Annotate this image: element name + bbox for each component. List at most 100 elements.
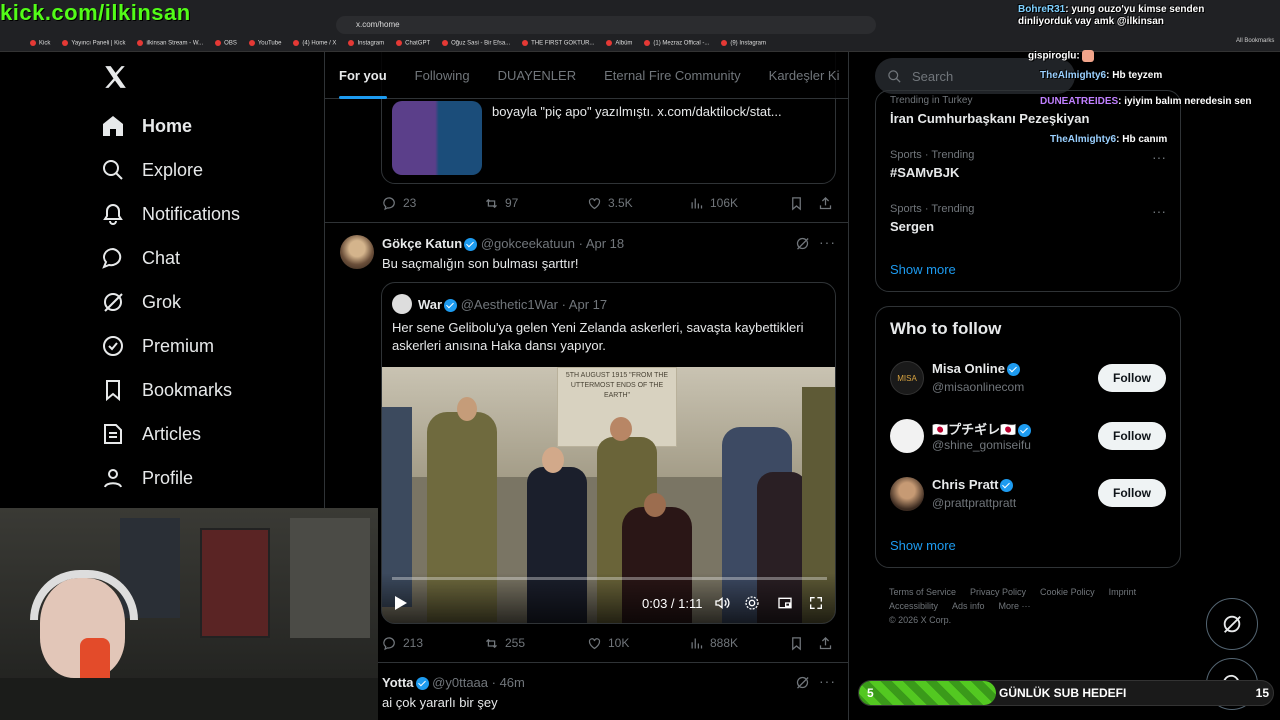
tab-for-you[interactable]: For you [325,52,401,99]
footer-link[interactable]: More ··· [999,601,1031,611]
volume-icon[interactable] [713,595,731,611]
bookmark-item[interactable]: (4) Home / X [293,40,336,46]
follow-suggestion-handle: @shine_gomiseifu [932,438,1031,452]
tab-eternal-fire-community[interactable]: Eternal Fire Community [590,52,755,98]
quoted-author-handle: @Aesthetic1War [460,297,558,312]
follow-button[interactable]: Follow [1098,479,1166,507]
sub-goal-target: 15 [1255,686,1269,700]
address-bar[interactable]: x.com/home [336,16,876,34]
settings-gear-icon[interactable] [744,595,760,611]
bookmark-icon[interactable] [789,636,804,651]
footer-link[interactable]: Cookie Policy [1040,587,1095,597]
tab-following[interactable]: Following [401,52,484,98]
quoted-tweet-text: boyayla "piç apo" yazılmıştı. x.com/dakt… [492,104,782,119]
footer-link[interactable]: Imprint [1109,587,1137,597]
follow-suggestion-name[interactable]: 🇯🇵プチギレ🇯🇵 [932,419,1032,438]
share-icon[interactable] [818,636,833,651]
copyright: © 2026 X Corp. [889,615,952,625]
bookmark-item[interactable]: ilkinsan Stream - W... [137,40,203,46]
follow-suggestion-name[interactable]: Misa Online [932,361,1020,377]
chat-username: TheAlmighty6 [1040,70,1107,81]
nav-chat[interactable]: Chat [100,238,180,278]
trend-meta: Trending in Turkey [890,95,973,106]
share-icon[interactable] [818,196,833,211]
video-time: 0:03 / 1:11 [642,596,703,611]
tweet-date[interactable]: · 46m [492,675,525,690]
reply-button[interactable]: 23 [382,196,484,211]
timeline-tabs: For you Following DUAYENLER Eternal Fire… [325,52,848,99]
nav-explore[interactable]: Explore [100,150,203,190]
repost-button[interactable]: 255 [484,636,587,651]
bookmark-item[interactable]: Yayıncı Paneli | Kick [62,40,125,46]
quoted-tweet-card[interactable]: War @Aesthetic1War · Apr 17 Her sene Gel… [381,282,836,624]
author-handle[interactable]: @y0ttaaa [432,675,488,690]
chat-message: DUNEATREIDES: iyiyim balım neredesin sen [1040,96,1252,107]
follow-suggestion-name[interactable]: Chris Pratt [932,477,1014,493]
chat-text: Hb canım [1122,134,1168,145]
tab-kardesler[interactable]: Kardeşler Ki [755,52,848,98]
bookmark-icon [100,377,126,403]
picture-in-picture-icon[interactable] [777,595,793,611]
follow-suggestion-handle: @misaonlinecom [932,380,1025,394]
author-name[interactable]: Gökçe Katun [382,236,462,251]
bookmark-item[interactable]: YouTube [249,40,282,46]
avatar[interactable] [890,419,924,453]
fullscreen-icon[interactable] [808,595,824,611]
play-icon[interactable] [394,595,408,611]
grok-fab-button[interactable] [1206,598,1258,650]
bookmark-item[interactable]: ChatGPT [396,40,430,46]
bookmark-item[interactable]: OBS [215,40,237,46]
reply-button[interactable]: 213 [382,636,484,651]
repost-button[interactable]: 97 [484,196,587,211]
bookmark-item[interactable]: Instagram [348,40,384,46]
tweet-date[interactable]: · Apr 18 [579,236,625,251]
trend-title[interactable]: #SAMvBJK [890,165,959,180]
nav-articles[interactable]: Articles [100,414,201,454]
follow-button[interactable]: Follow [1098,364,1166,392]
bookmark-item[interactable]: THE FIRST GOKTUR... [522,40,594,46]
avatar[interactable] [340,235,374,269]
bookmark-item[interactable]: (1) Mezraz Offical -... [644,40,709,46]
home-icon [100,113,126,139]
tab-duayenler[interactable]: DUAYENLER [484,52,591,98]
bookmark-item[interactable]: Kick [30,40,50,46]
author-name[interactable]: Yotta [382,675,414,690]
video-progress-track[interactable] [392,577,827,580]
nav-label: Bookmarks [142,379,233,400]
show-more-link[interactable]: Show more [890,262,956,277]
footer-link[interactable]: Privacy Policy [970,587,1026,597]
grok-icon[interactable] [795,236,810,251]
nav-grok[interactable]: Grok [100,282,181,322]
avatar[interactable]: MISA [890,361,924,395]
reply-count: 213 [403,636,424,650]
footer-link[interactable]: Ads info [952,601,985,611]
bookmark-item[interactable]: Albüm [606,40,632,46]
video-player[interactable]: 5TH AUGUST 1915 "FROM THE UTTERMOST ENDS… [382,367,835,623]
like-button[interactable]: 10K [587,636,689,651]
x-logo-icon[interactable] [102,64,126,90]
views-button[interactable]: 888K [689,636,789,651]
views-button[interactable]: 106K [689,196,789,211]
grok-icon[interactable] [795,675,810,690]
more-options-icon[interactable]: ··· [819,673,836,689]
more-options-icon[interactable]: ··· [819,234,836,250]
follow-button[interactable]: Follow [1098,422,1166,450]
nav-profile[interactable]: Profile [100,458,193,498]
trend-title[interactable]: Sergen [890,219,934,234]
like-button[interactable]: 3.5K [587,196,689,211]
footer-link[interactable]: Accessibility [889,601,938,611]
show-more-link[interactable]: Show more [890,538,956,553]
bookmark-item[interactable]: Oğuz Sasi - Bir Efsa... [442,40,510,46]
nav-bookmarks[interactable]: Bookmarks [100,370,232,410]
nav-premium[interactable]: Premium [100,326,214,366]
bookmark-item[interactable]: (9) Instagram [721,40,766,46]
chat-message: TheAlmighty6: Hb teyzem [1040,70,1163,81]
footer-link[interactable]: Terms of Service [889,587,956,597]
nav-notifications[interactable]: Notifications [100,194,240,234]
nav-home[interactable]: Home [100,106,192,146]
chat-username: BohreR31 [1018,4,1066,15]
more-options-icon[interactable]: ··· [1152,203,1166,219]
author-handle[interactable]: @gokceekatuun [481,236,575,251]
avatar[interactable] [890,477,924,511]
bookmark-icon[interactable] [789,196,804,211]
